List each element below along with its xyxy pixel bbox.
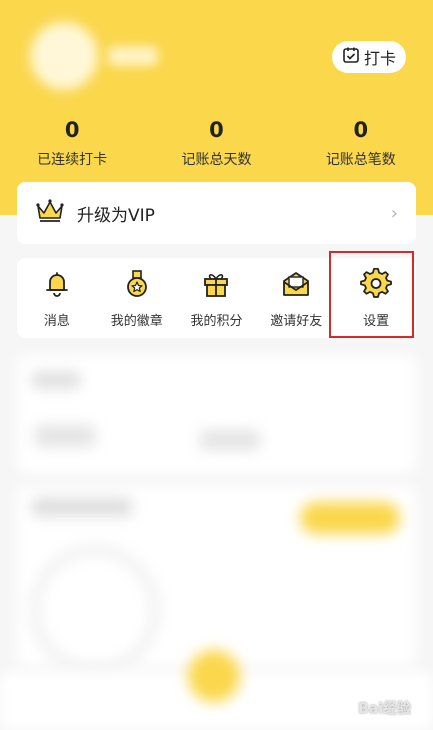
bell-icon [41, 268, 73, 304]
blurred-add-button [188, 650, 240, 702]
shortcut-badges[interactable]: 我的徽章 [97, 258, 177, 338]
shortcut-messages[interactable]: 消息 [17, 258, 97, 338]
calendar-check-icon [342, 46, 360, 68]
blurred-content [32, 498, 132, 516]
username [108, 46, 158, 66]
shortcut-label: 我的徽章 [110, 313, 163, 329]
shortcut-label: 设置 [363, 313, 390, 329]
vip-label: 升级为VIP [77, 205, 155, 226]
shortcut-label: 我的积分 [190, 313, 243, 329]
blurred-button [300, 502, 400, 534]
stat-streak[interactable]: 0 已连续打卡 [0, 117, 144, 169]
checkin-button[interactable]: 打卡 [332, 41, 406, 73]
shortcut-invite[interactable]: 邀请好友 [256, 258, 336, 338]
blurred-chart [30, 545, 160, 675]
stat-total-entries[interactable]: 0 记账总笔数 [289, 117, 433, 169]
crown-icon [35, 198, 65, 228]
shortcuts-panel: 消息 我的徽章 我的积分 邀请好友 设置 [17, 258, 416, 338]
stat-label: 记账总笔数 [325, 152, 396, 168]
watermark: Bai经验 [358, 701, 411, 717]
medal-icon [121, 268, 153, 304]
stat-value: 0 [353, 118, 369, 142]
stats-row: 0 已连续打卡 0 记账总天数 0 记账总笔数 [0, 117, 433, 169]
avatar[interactable] [30, 22, 98, 90]
shortcut-label: 消息 [43, 313, 70, 329]
blurred-content [200, 430, 260, 450]
stat-label: 记账总天数 [181, 152, 252, 168]
envelope-icon [280, 268, 312, 304]
vip-upgrade-card[interactable]: 升级为VIP › [17, 182, 416, 244]
gear-icon [360, 267, 392, 304]
shortcut-points[interactable]: 我的积分 [177, 258, 257, 338]
shortcut-settings[interactable]: 设置 [336, 258, 416, 338]
stat-value: 0 [64, 118, 80, 142]
gift-icon [200, 268, 232, 304]
blurred-content [35, 425, 95, 447]
blurred-content [32, 372, 80, 388]
chevron-right-icon: › [390, 202, 398, 224]
checkin-label: 打卡 [363, 49, 396, 68]
stat-value: 0 [209, 118, 224, 142]
shortcut-label: 邀请好友 [270, 313, 323, 329]
stat-total-days[interactable]: 0 记账总天数 [144, 117, 288, 169]
stat-label: 已连续打卡 [37, 152, 108, 168]
